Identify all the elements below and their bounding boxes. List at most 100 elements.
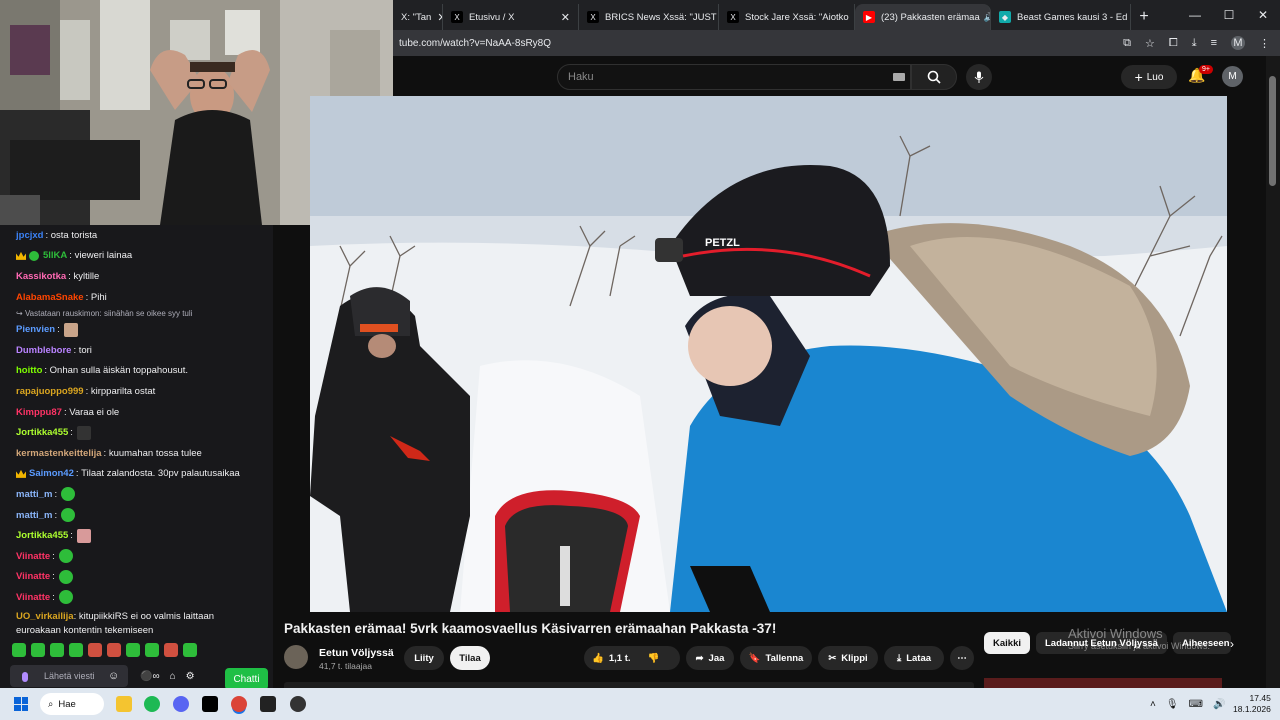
windows-start-icon[interactable] xyxy=(14,697,28,711)
chat-username[interactable]: rapajuoppo999 xyxy=(16,386,84,397)
clip-button[interactable]: ✂ Klippi xyxy=(818,646,878,670)
emote-icon[interactable] xyxy=(183,643,197,657)
discord-icon[interactable] xyxy=(173,696,189,712)
download-icon[interactable]: ⤓ xyxy=(1192,37,1197,50)
emote-icon[interactable] xyxy=(126,643,140,657)
extensions-icon[interactable]: ⧠ xyxy=(1169,37,1178,50)
subscribe-button[interactable]: Tilaa xyxy=(450,646,490,670)
mic-button[interactable] xyxy=(966,64,992,90)
chip-all[interactable]: Kaikki xyxy=(984,632,1030,654)
emote-icon xyxy=(76,425,91,440)
save-button[interactable]: 🔖 Tallenna xyxy=(740,646,812,670)
join-button[interactable]: Liity xyxy=(404,646,444,670)
mic-icon[interactable] xyxy=(22,672,28,682)
chat-username[interactable]: UO_virkailija xyxy=(16,611,74,622)
x-app-icon[interactable] xyxy=(202,696,218,712)
chat-username[interactable]: Viinatte xyxy=(16,551,50,562)
app-icon[interactable] xyxy=(260,696,276,712)
browser-tab[interactable]: ◆ Beast Games kausi 3 - Ed ✕ xyxy=(991,4,1131,30)
star-icon[interactable]: ☆ xyxy=(1145,37,1155,50)
like-icon[interactable]: 👍 xyxy=(592,653,604,664)
chat-username[interactable]: Dumblebore xyxy=(16,345,71,356)
browser-tab[interactable]: X BRICS News Xssä: "JUST ✕ xyxy=(579,4,719,30)
chat-username[interactable]: Kassikotka xyxy=(16,271,66,282)
new-tab-button[interactable]: + xyxy=(1131,4,1157,30)
keyboard-icon[interactable] xyxy=(893,73,905,81)
activity-icon[interactable]: ⚫∞ xyxy=(140,671,160,682)
chat-separator: : xyxy=(75,468,79,480)
chat-username[interactable]: Viinatte xyxy=(16,592,50,603)
recommended-thumbnail[interactable] xyxy=(984,678,1222,688)
url-field[interactable]: tube.com/watch?v=NaAA-8sRy8Q xyxy=(399,38,1123,49)
obs-icon[interactable] xyxy=(290,696,306,712)
x-logo-icon: X xyxy=(587,11,599,23)
download-button[interactable]: ⤓ Lataa xyxy=(884,646,944,670)
search-input[interactable]: Haku xyxy=(557,64,911,90)
file-explorer-icon[interactable] xyxy=(116,696,132,712)
volume-icon[interactable]: 🔊 xyxy=(1213,699,1225,710)
chat-username[interactable]: Viinatte xyxy=(16,571,50,582)
menu-icon[interactable]: ⋮ xyxy=(1259,37,1270,50)
emote-icon[interactable] xyxy=(69,643,83,657)
media-icon[interactable]: ≡ xyxy=(1211,37,1217,49)
chat-username[interactable]: 5llKA xyxy=(43,250,67,261)
emote-icon[interactable] xyxy=(164,643,178,657)
close-icon[interactable]: ✕ xyxy=(555,11,570,24)
channel-avatar[interactable] xyxy=(284,645,308,669)
chevron-up-icon[interactable]: ˄ xyxy=(1150,699,1156,710)
mic-icon[interactable]: 🎙 xyxy=(1166,699,1179,710)
like-count[interactable]: 1,1 t. xyxy=(609,653,631,664)
spotify-icon[interactable] xyxy=(144,696,160,712)
scrollbar-thumb[interactable] xyxy=(1269,76,1276,186)
browser-tab-active[interactable]: ▶ (23) Pakkasten erämaa 🔊 ✕ xyxy=(855,4,991,30)
settings-icon[interactable]: ⚙ xyxy=(186,671,195,682)
dislike-icon[interactable]: 👎 xyxy=(648,653,660,664)
emote-icon[interactable] xyxy=(145,643,159,657)
chat-username[interactable]: Saimon42 xyxy=(29,468,74,479)
chat-username[interactable]: Kimppu87 xyxy=(16,407,62,418)
chevron-right-icon[interactable]: › xyxy=(1230,637,1234,651)
chat-reply-context[interactable]: ↪ Vastataan rauskimon: siinähän se oikee… xyxy=(0,307,273,319)
minimize-icon[interactable]: — xyxy=(1178,0,1212,30)
search-button[interactable] xyxy=(911,64,957,90)
emote-icon[interactable] xyxy=(107,643,121,657)
browser-tab[interactable]: X: "Tan ✕ xyxy=(393,4,443,30)
close-icon[interactable]: ✕ xyxy=(1127,11,1130,24)
video-player[interactable]: PETZL xyxy=(310,96,1227,612)
taskbar-clock[interactable]: 17.45 18.1.2026 xyxy=(1233,693,1271,715)
page-scrollbar[interactable] xyxy=(1266,56,1280,688)
browser-tab[interactable]: X Stock Jare Xssä: "Aiotko ✕ xyxy=(719,4,855,30)
chat-username[interactable]: kermastenkeittelija xyxy=(16,448,102,459)
chat-username[interactable]: AlabamaSnake xyxy=(16,292,84,303)
chat-username[interactable]: Jortikka455 xyxy=(16,427,68,438)
speaker-icon[interactable]: 🔊 xyxy=(984,12,990,23)
emoji-icon[interactable]: ☺ xyxy=(108,670,119,682)
chat-separator: : xyxy=(52,550,55,562)
close-window-icon[interactable]: ✕ xyxy=(1246,0,1280,30)
create-button[interactable]: + Luo xyxy=(1121,65,1177,89)
network-icon[interactable]: ⌨ xyxy=(1189,699,1203,710)
chat-username[interactable]: matti_m xyxy=(16,510,52,521)
profile-avatar[interactable]: M xyxy=(1231,36,1245,50)
chat-username[interactable]: Pienvien xyxy=(16,324,55,335)
chat-username[interactable]: jpcjxd xyxy=(16,230,43,241)
chat-username[interactable]: Jortikka455 xyxy=(16,530,68,541)
emote-icon[interactable] xyxy=(88,643,102,657)
chat-username[interactable]: matti_m xyxy=(16,489,52,500)
chrome-icon[interactable] xyxy=(231,696,247,712)
share-button[interactable]: ➦ Jaa xyxy=(686,646,734,670)
cast-icon[interactable]: ⧉ xyxy=(1123,37,1131,50)
store-icon[interactable]: ⌂ xyxy=(170,671,176,682)
taskbar-search[interactable]: ⌕ Hae xyxy=(40,693,104,715)
emote-icon[interactable] xyxy=(50,643,64,657)
emote-icon[interactable] xyxy=(12,643,26,657)
chat-send-button[interactable]: Chatti xyxy=(225,668,268,690)
maximize-icon[interactable]: ☐ xyxy=(1212,0,1246,30)
channel-name[interactable]: Eetun Völjyssä xyxy=(319,647,394,659)
chat-username[interactable]: hoitto xyxy=(16,365,42,376)
more-actions-button[interactable]: ⋯ xyxy=(950,646,974,670)
browser-tab[interactable]: X Etusivu / X ✕ xyxy=(443,4,579,30)
close-icon[interactable]: ✕ xyxy=(431,11,442,24)
emote-icon[interactable] xyxy=(31,643,45,657)
account-avatar[interactable]: M xyxy=(1222,66,1243,87)
